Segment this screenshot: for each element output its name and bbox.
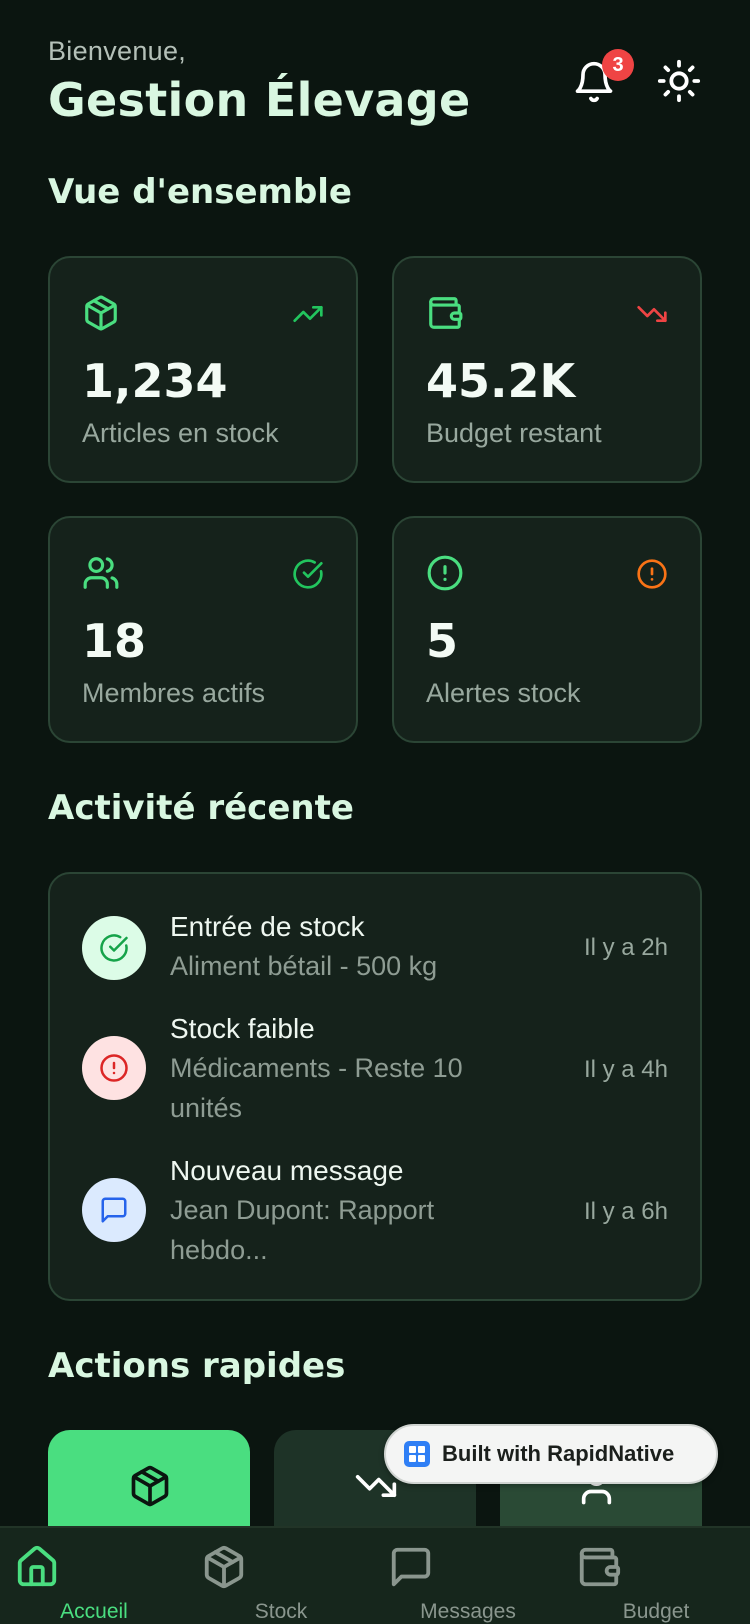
activity-time: Il y a 2h [583, 934, 668, 961]
check-circle-icon [82, 916, 146, 980]
header-actions: 3 [572, 49, 702, 104]
header: Bienvenue, Gestion Élevage 3 [48, 36, 702, 136]
sun-icon [656, 58, 702, 104]
stat-value: 18 [82, 614, 147, 668]
stat-label: Membres actifs [82, 678, 266, 708]
nav-item-stock[interactable]: Stock [201, 1544, 361, 1624]
activity-list: Entrée de stock Aliment bétail - 500 kg … [48, 872, 702, 1301]
theme-toggle-button[interactable] [656, 58, 702, 104]
activity-item[interactable]: Entrée de stock Aliment bétail - 500 kg … [82, 908, 668, 988]
wallet-icon [576, 1544, 736, 1590]
overview-title: Vue d'ensemble [48, 172, 352, 212]
package-icon [128, 1464, 172, 1508]
nav-label: Budget [622, 1600, 690, 1623]
nav-label: Messages [420, 1600, 516, 1623]
activity-title: Entrée de stock [170, 911, 365, 942]
users-icon [82, 554, 120, 592]
stat-card-members[interactable]: 18 Membres actifs [48, 516, 358, 743]
nav-item-messages[interactable]: Messages [388, 1544, 548, 1624]
quick-actions-title: Actions rapides [48, 1346, 346, 1386]
wallet-icon [426, 294, 464, 332]
nav-item-budget[interactable]: Budget [576, 1544, 736, 1624]
trending-up-icon [292, 298, 324, 330]
activity-desc: Jean Dupont: Rapport hebdo... [170, 1195, 435, 1265]
activity-desc: Médicaments - Reste 10 unités [170, 1053, 463, 1123]
bottom-nav: Accueil Stock Messages Budget [0, 1526, 750, 1624]
message-icon [82, 1178, 146, 1242]
message-icon [388, 1544, 548, 1590]
stat-value: 45.2K [426, 354, 576, 408]
rapidnative-logo-icon [404, 1441, 430, 1467]
stat-label: Alertes stock [426, 678, 581, 708]
package-icon [201, 1544, 361, 1590]
stat-card-alerts[interactable]: 5 Alertes stock [392, 516, 702, 743]
stat-card-stock[interactable]: 1,234 Articles en stock [48, 256, 358, 483]
home-icon [14, 1544, 174, 1590]
activity-title: Stock faible [170, 1013, 315, 1044]
trending-down-icon [636, 298, 668, 330]
activity-title: Nouveau message [170, 1155, 404, 1186]
nav-item-home[interactable]: Accueil [14, 1544, 174, 1624]
nav-label: Stock [254, 1600, 308, 1623]
alert-circle-icon [426, 554, 464, 592]
rapidnative-label: Built with RapidNative [442, 1441, 675, 1466]
activity-title: Activité récente [48, 788, 354, 828]
package-icon [82, 294, 120, 332]
check-circle-icon [292, 558, 324, 590]
activity-time: Il y a 6h [583, 1198, 668, 1225]
notification-badge: 3 [602, 49, 634, 81]
stat-value: 5 [426, 614, 459, 668]
activity-item[interactable]: Nouveau message Jean Dupont: Rapport heb… [82, 1152, 668, 1272]
stat-label: Articles en stock [82, 418, 279, 448]
alert-circle-icon [82, 1036, 146, 1100]
stat-value: 1,234 [82, 354, 228, 408]
alert-circle-icon [636, 558, 668, 590]
activity-desc: Aliment bétail - 500 kg [170, 951, 438, 981]
stat-label: Budget restant [426, 418, 602, 448]
activity-item[interactable]: Stock faible Médicaments - Reste 10 unit… [82, 1010, 668, 1130]
nav-label: Accueil [60, 1600, 128, 1623]
activity-time: Il y a 4h [583, 1056, 668, 1083]
notifications-button[interactable]: 3 [572, 49, 634, 103]
stat-card-budget[interactable]: 45.2K Budget restant [392, 256, 702, 483]
rapidnative-badge[interactable]: Built with RapidNative [384, 1424, 718, 1484]
